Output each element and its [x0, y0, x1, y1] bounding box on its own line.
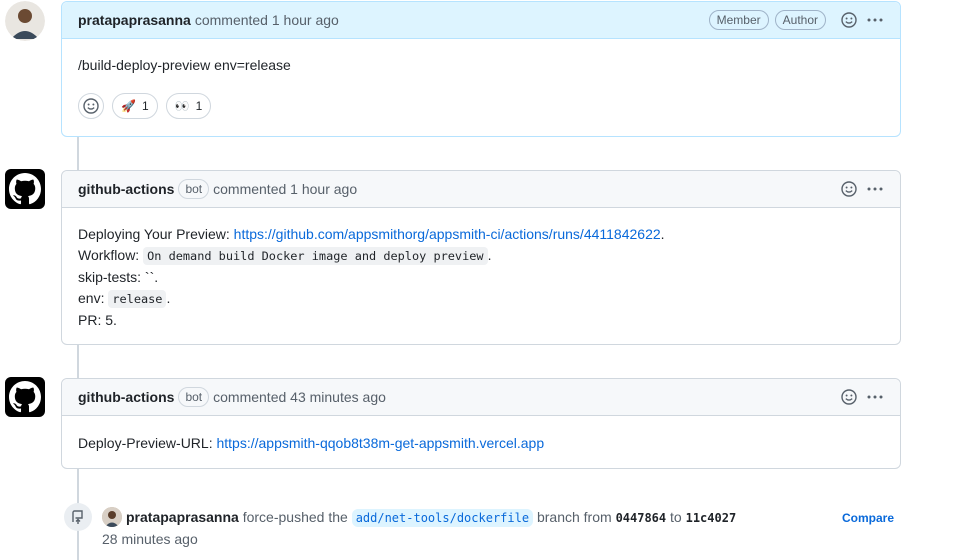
- reaction-eyes-button[interactable]: 👀 1: [165, 93, 212, 119]
- comment-timestamp[interactable]: commented 1 hour ago: [213, 181, 357, 197]
- reaction-rocket-button[interactable]: 🚀 1: [112, 93, 158, 119]
- comment-timestamp[interactable]: commented 43 minutes ago: [213, 389, 386, 405]
- user-avatar[interactable]: [102, 507, 122, 527]
- to-commit-sha[interactable]: 11c4027: [686, 511, 737, 525]
- line-text: .: [166, 290, 171, 306]
- push-text: to: [666, 509, 686, 525]
- comment-card: github-actions bot commented 43 minutes …: [61, 378, 901, 469]
- comment-author[interactable]: github-actions: [78, 389, 174, 405]
- comment-body: Deploying Your Preview: https://github.c…: [62, 208, 900, 347]
- comment-header: github-actions bot commented 1 hour ago: [62, 171, 900, 208]
- push-text: force-pushed the: [238, 509, 352, 525]
- line-text: .: [660, 226, 665, 242]
- comment-card: pratapaprasanna commented 1 hour ago Mem…: [61, 1, 901, 137]
- comment-timestamp[interactable]: commented 1 hour ago: [195, 12, 339, 28]
- comment-line: skip-tests: ``.: [78, 269, 159, 285]
- comment-line: Deploying Your Preview: https://github.c…: [78, 224, 884, 245]
- push-timestamp[interactable]: 28 minutes ago: [102, 531, 198, 547]
- compare-button[interactable]: Compare: [842, 511, 894, 525]
- eyes-icon: 👀: [174, 98, 190, 113]
- kebab-icon[interactable]: [866, 388, 884, 406]
- comment-author[interactable]: pratapaprasanna: [78, 12, 191, 28]
- kebab-icon[interactable]: [866, 11, 884, 29]
- line-text: env:: [78, 290, 109, 306]
- github-actions-avatar[interactable]: [5, 377, 45, 417]
- comment-author[interactable]: github-actions: [78, 181, 174, 197]
- github-logo-icon: [9, 173, 41, 205]
- comment-line: PR: 5.: [78, 312, 117, 328]
- line-text: Workflow:: [78, 247, 144, 263]
- env-code: release: [108, 290, 167, 308]
- branch-name[interactable]: add/net-tools/dockerfile: [351, 509, 534, 527]
- reactions-bar: 🚀 1 👀 1: [78, 93, 884, 119]
- kebab-icon[interactable]: [866, 180, 884, 198]
- push-text: branch from: [533, 509, 616, 525]
- push-description: pratapaprasanna force-pushed the add/net…: [102, 507, 802, 550]
- comment-text: /build-deploy-preview env=release: [78, 57, 291, 73]
- comment-header: pratapaprasanna commented 1 hour ago Mem…: [62, 2, 900, 39]
- comment-line: env: release.: [78, 288, 884, 310]
- rocket-icon: 🚀: [121, 98, 136, 113]
- smiley-icon[interactable]: [840, 388, 858, 406]
- reaction-count: 1: [141, 98, 149, 113]
- line-text: .: [487, 247, 492, 263]
- github-logo-icon: [9, 381, 41, 413]
- author-badge: Author: [774, 10, 826, 30]
- deploy-preview-link[interactable]: https://appsmith-qqob8t38m-get-appsmith.…: [216, 435, 544, 451]
- smiley-icon[interactable]: [840, 180, 858, 198]
- timeline-connector: [77, 345, 79, 378]
- github-actions-avatar[interactable]: [5, 169, 45, 209]
- bot-badge: bot: [178, 179, 210, 199]
- reaction-count: 1: [195, 98, 203, 113]
- line-text: Deploying Your Preview:: [78, 226, 234, 242]
- add-reaction-button[interactable]: [78, 93, 104, 119]
- comment-body: /build-deploy-preview env=release 🚀 1 👀 …: [62, 39, 900, 135]
- repo-push-icon: [64, 503, 92, 531]
- workflow-code: On demand build Docker image and deploy …: [143, 247, 488, 265]
- comment-header: github-actions bot commented 43 minutes …: [62, 379, 900, 416]
- from-commit-sha[interactable]: 0447864: [616, 511, 667, 525]
- comment-line: Workflow: On demand build Docker image a…: [78, 245, 884, 267]
- smiley-icon[interactable]: [840, 11, 858, 29]
- workflow-run-link[interactable]: https://github.com/appsmithorg/appsmith-…: [234, 226, 661, 242]
- comment-body: Deploy-Preview-URL: https://appsmith-qqo…: [62, 416, 900, 470]
- bot-badge: bot: [178, 387, 210, 407]
- member-badge: Member: [708, 10, 769, 30]
- timeline-connector: [77, 137, 79, 170]
- comment-card: github-actions bot commented 1 hour ago …: [61, 170, 901, 345]
- comment-line: Deploy-Preview-URL: https://appsmith-qqo…: [78, 433, 884, 454]
- push-author[interactable]: pratapaprasanna: [126, 509, 239, 525]
- user-avatar[interactable]: [5, 1, 45, 41]
- line-text: Deploy-Preview-URL:: [78, 435, 217, 451]
